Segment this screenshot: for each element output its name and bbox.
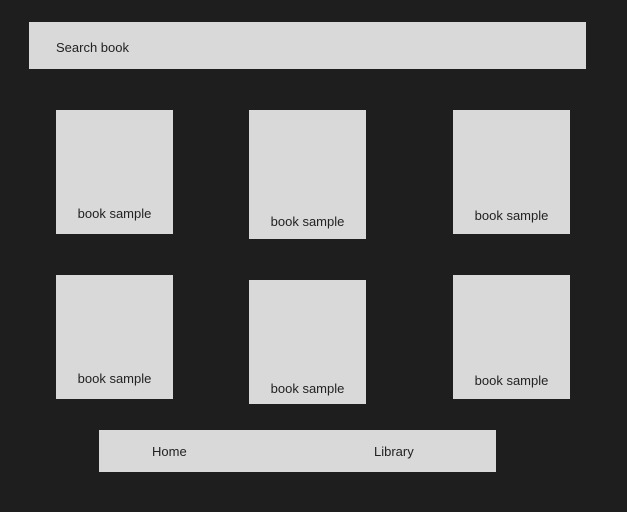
book-card[interactable]: book sample [249,110,366,239]
book-title: book sample [270,381,345,396]
book-card[interactable]: book sample [56,110,173,234]
book-card[interactable]: book sample [249,280,366,404]
book-title: book sample [474,373,549,388]
search-input[interactable]: Search book [56,41,129,55]
nav-item-library[interactable]: Library [374,445,414,459]
app-screen: Search book book sample book sample book… [0,0,627,512]
bottom-nav-bar: Home Library [99,430,496,472]
nav-item-home[interactable]: Home [152,445,187,459]
book-title: book sample [77,371,152,386]
book-card[interactable]: book sample [56,275,173,399]
book-card[interactable]: book sample [453,110,570,234]
book-title: book sample [474,208,549,223]
book-title: book sample [77,206,152,221]
book-title: book sample [270,214,345,229]
book-card[interactable]: book sample [453,275,570,399]
search-bar[interactable]: Search book [29,22,586,69]
